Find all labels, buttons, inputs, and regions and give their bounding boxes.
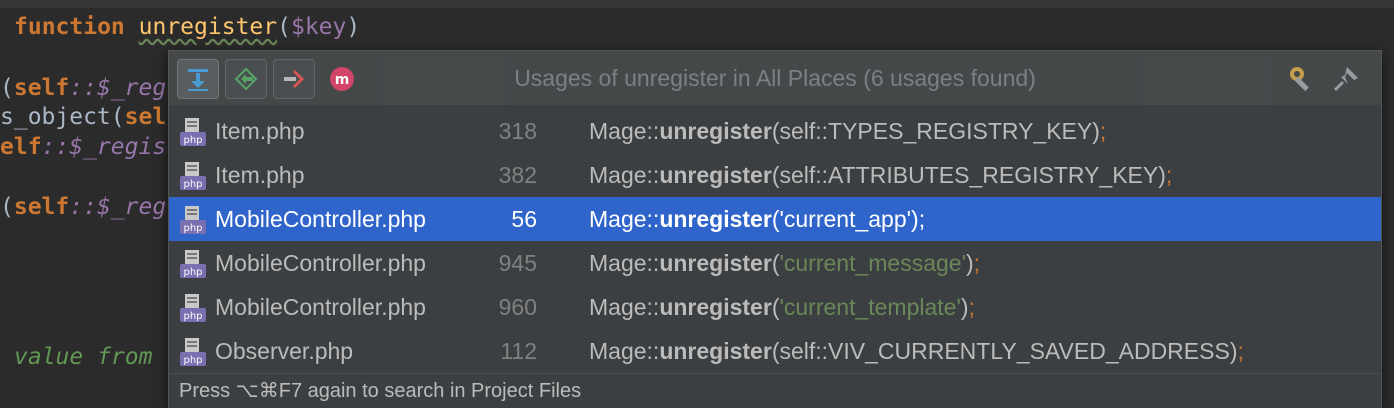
next-arrow-icon <box>284 70 304 88</box>
usage-line-number: 112 <box>500 338 537 364</box>
usage-code: Mage::unregister('current_message'); <box>589 250 981 276</box>
method-filter-button[interactable]: m <box>321 59 363 99</box>
usage-row[interactable]: php Item.php 318 Mage::unregister(self::TYP… <box>169 109 1381 153</box>
svg-text:m: m <box>335 72 350 88</box>
usage-file-name: Item.php <box>215 118 305 144</box>
usage-code: Mage::unregister(self::VIV_CURRENTLY_SAV… <box>589 338 1244 364</box>
svg-text:php: php <box>183 267 202 278</box>
previous-occurrence-button[interactable] <box>225 59 267 99</box>
merge-usages-button[interactable] <box>177 59 219 99</box>
php-file-icon: php <box>180 118 206 146</box>
usage-line-number: 318 <box>498 118 537 144</box>
svg-text:php: php <box>183 311 202 322</box>
popup-footer: Press ⌥⌘F7 again to search in Project Fi… <box>169 373 1381 408</box>
code-comment-fragment: value from <box>14 344 153 370</box>
code-fragment-3: elf::$_regis <box>0 134 167 160</box>
svg-text:php: php <box>183 223 202 234</box>
php-file-icon: php <box>180 162 206 190</box>
usage-row[interactable]: php Observer.php 112 Mage::unregister(self:… <box>169 329 1381 373</box>
usage-row[interactable]: php Item.php 382 Mage::unregister(self::ATT… <box>169 153 1381 197</box>
code-line-function: function unregister($key) <box>14 14 361 40</box>
svg-text:php: php <box>183 179 202 190</box>
settings-wrench-icon[interactable] <box>1287 64 1317 94</box>
usage-file-name: MobileController.php <box>215 206 426 232</box>
usage-code: Mage::unregister(self::TYPES_REGISTRY_KE… <box>589 118 1107 144</box>
usage-code: Mage::unregister('current_template'); <box>589 294 975 320</box>
code-fragment-4: (self::$_reg <box>0 194 167 220</box>
pin-icon[interactable] <box>1331 64 1361 94</box>
usage-line-number: 56 <box>511 206 537 232</box>
usage-file-name: Observer.php <box>215 338 354 364</box>
code-fragment-2: s_object(sel <box>0 104 167 130</box>
usage-line-number: 945 <box>498 250 537 276</box>
usage-file-name: MobileController.php <box>215 294 426 320</box>
usage-file-name: Item.php <box>215 162 305 188</box>
next-occurrence-button[interactable] <box>273 59 315 99</box>
php-file-icon: php <box>180 294 206 322</box>
php-file-icon: php <box>180 338 206 366</box>
svg-text:php: php <box>183 355 202 366</box>
usage-row[interactable]: php MobileController.php 945 Mage::unregist… <box>169 241 1381 285</box>
usage-row[interactable]: php MobileController.php 960 Mage::unregist… <box>169 285 1381 329</box>
usages-popup[interactable]: Usages of unregister in All Places (6 us… <box>168 50 1382 408</box>
code-fragment-1: (self::$_reg <box>0 75 167 101</box>
footer-hint: Press ⌥⌘F7 again to search in Project Fi… <box>179 380 582 402</box>
editor-top-strip <box>0 0 1394 8</box>
usage-code: Mage::unregister('current_app'); <box>589 206 926 232</box>
diff-arrows-icon <box>234 67 258 91</box>
usage-code: Mage::unregister(self::ATTRIBUTES_REGIST… <box>589 162 1173 188</box>
svg-text:php: php <box>183 135 202 146</box>
usage-row[interactable]: php MobileController.php 56 Mage::unregiste… <box>169 197 1381 241</box>
php-file-icon: php <box>180 206 206 234</box>
usage-file-name: MobileController.php <box>215 250 426 276</box>
php-file-icon: php <box>180 250 206 278</box>
usage-line-number: 960 <box>498 294 537 320</box>
usage-line-number: 382 <box>498 162 537 188</box>
download-arrow-icon <box>188 69 208 91</box>
method-m-icon: m <box>330 67 354 91</box>
popup-header: Usages of unregister in All Places (6 us… <box>169 51 1381 105</box>
